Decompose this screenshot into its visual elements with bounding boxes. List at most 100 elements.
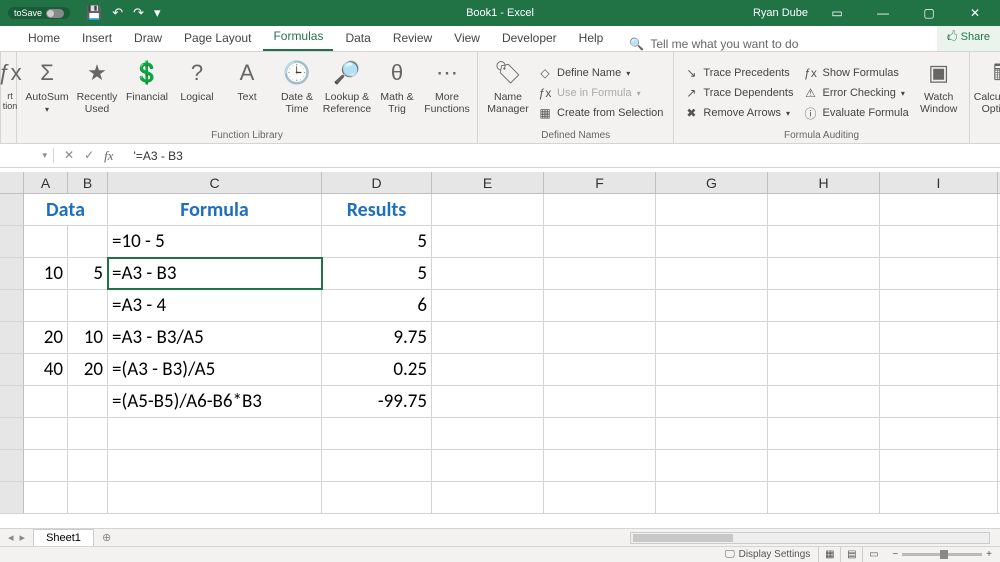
save-icon[interactable]: 💾 <box>86 5 102 21</box>
row-header[interactable] <box>0 354 24 385</box>
ribbon-display-icon[interactable]: ▭ <box>820 6 854 20</box>
cell[interactable]: =(A3 - B3)/A5 <box>108 354 322 385</box>
cell[interactable] <box>322 450 432 481</box>
maximize-icon[interactable]: ▢ <box>912 6 946 20</box>
cell[interactable] <box>432 194 544 225</box>
lookup-button[interactable]: 🔎Lookup & Reference <box>323 56 371 130</box>
cell[interactable] <box>108 418 322 449</box>
cell[interactable]: 20 <box>68 354 108 385</box>
zoom-slider[interactable]: − + <box>884 549 1000 560</box>
row-header[interactable] <box>0 418 24 449</box>
tab-home[interactable]: Home <box>18 26 70 51</box>
text-button[interactable]: AText <box>223 56 271 130</box>
evaluate-formula-button[interactable]: ⓘEvaluate Formula <box>799 104 912 122</box>
cell[interactable] <box>656 258 768 289</box>
cell[interactable] <box>24 290 68 321</box>
cell[interactable]: 9.75 <box>322 322 432 353</box>
cell[interactable] <box>880 418 998 449</box>
cell[interactable]: Data <box>24 194 108 225</box>
cell[interactable] <box>544 386 656 417</box>
calculation-options-button[interactable]: 🖩Calculation Options <box>976 56 1000 130</box>
autosave-toggle[interactable]: toSave <box>8 7 70 19</box>
more-functions-button[interactable]: ⋯More Functions <box>423 56 471 130</box>
cell[interactable] <box>68 418 108 449</box>
horizontal-scrollbar[interactable] <box>630 532 990 544</box>
cell[interactable] <box>68 290 108 321</box>
cell[interactable] <box>432 386 544 417</box>
cell[interactable]: 5 <box>322 226 432 257</box>
tab-review[interactable]: Review <box>383 26 442 51</box>
cell[interactable] <box>544 194 656 225</box>
cell[interactable] <box>768 354 880 385</box>
cell[interactable] <box>768 418 880 449</box>
cell[interactable] <box>544 418 656 449</box>
trace-precedents-button[interactable]: ↘Trace Precedents <box>680 64 797 82</box>
name-manager-button[interactable]: 🏷Name Manager <box>484 56 532 130</box>
cell[interactable] <box>24 226 68 257</box>
cell[interactable]: =10 - 5 <box>108 226 322 257</box>
page-layout-view-icon[interactable]: ▤ <box>840 547 862 562</box>
cell[interactable] <box>544 322 656 353</box>
tell-me-search[interactable]: 🔍 Tell me what you want to do <box>629 37 798 51</box>
sheet-tab[interactable]: Sheet1 <box>33 529 94 546</box>
show-formulas-button[interactable]: ƒxShow Formulas <box>799 64 912 82</box>
cell[interactable] <box>68 482 108 513</box>
cell[interactable] <box>880 258 998 289</box>
share-button[interactable]: 🖒 Share <box>937 24 1000 51</box>
tab-page-layout[interactable]: Page Layout <box>174 26 261 51</box>
minimize-icon[interactable]: — <box>866 6 900 20</box>
tab-draw[interactable]: Draw <box>124 26 172 51</box>
sheet-nav-prev-icon[interactable]: ◂ <box>8 531 14 544</box>
page-break-view-icon[interactable]: ▭ <box>862 547 884 562</box>
cell[interactable] <box>656 226 768 257</box>
cell[interactable] <box>544 290 656 321</box>
cell[interactable]: =A3 - 4 <box>108 290 322 321</box>
col-header-c[interactable]: C <box>108 172 322 193</box>
row-header[interactable] <box>0 226 24 257</box>
redo-icon[interactable]: ↷ <box>133 5 144 21</box>
cell[interactable] <box>880 194 998 225</box>
cell[interactable] <box>656 482 768 513</box>
tab-view[interactable]: View <box>444 26 490 51</box>
tab-insert[interactable]: Insert <box>72 26 122 51</box>
row-header[interactable] <box>0 290 24 321</box>
col-header-g[interactable]: G <box>656 172 768 193</box>
tab-data[interactable]: Data <box>335 26 380 51</box>
cell[interactable] <box>544 354 656 385</box>
define-name-button[interactable]: ◇Define Name ▾ <box>534 64 667 82</box>
cell[interactable] <box>432 482 544 513</box>
cell[interactable] <box>68 386 108 417</box>
cell[interactable]: Formula <box>108 194 322 225</box>
col-header-d[interactable]: D <box>322 172 432 193</box>
cell[interactable] <box>322 482 432 513</box>
cell[interactable] <box>24 482 68 513</box>
cell[interactable]: 40 <box>24 354 68 385</box>
cell[interactable]: 10 <box>68 322 108 353</box>
cell[interactable] <box>768 290 880 321</box>
financial-button[interactable]: 💲Financial <box>123 56 171 130</box>
cell[interactable] <box>544 482 656 513</box>
cell[interactable]: -99.75 <box>322 386 432 417</box>
cell[interactable] <box>24 418 68 449</box>
cell[interactable] <box>656 322 768 353</box>
logical-button[interactable]: ?Logical <box>173 56 221 130</box>
cell[interactable] <box>768 450 880 481</box>
cell[interactable] <box>24 450 68 481</box>
trace-dependents-button[interactable]: ↗Trace Dependents <box>680 84 797 102</box>
cell[interactable] <box>880 482 998 513</box>
cell[interactable]: 0.25 <box>322 354 432 385</box>
cell[interactable] <box>432 226 544 257</box>
cell[interactable] <box>544 226 656 257</box>
cell[interactable] <box>768 258 880 289</box>
cell[interactable] <box>108 450 322 481</box>
recently-used-button[interactable]: ★Recently Used <box>73 56 121 130</box>
zoom-in-icon[interactable]: + <box>986 549 992 560</box>
cell[interactable]: 5 <box>68 258 108 289</box>
autosum-button[interactable]: ΣAutoSum▾ <box>23 56 71 130</box>
row-header[interactable] <box>0 322 24 353</box>
col-header-f[interactable]: F <box>544 172 656 193</box>
remove-arrows-button[interactable]: ✖Remove Arrows ▾ <box>680 104 797 122</box>
fx-icon[interactable]: fx <box>104 148 113 164</box>
cell[interactable] <box>768 226 880 257</box>
cell[interactable] <box>656 418 768 449</box>
